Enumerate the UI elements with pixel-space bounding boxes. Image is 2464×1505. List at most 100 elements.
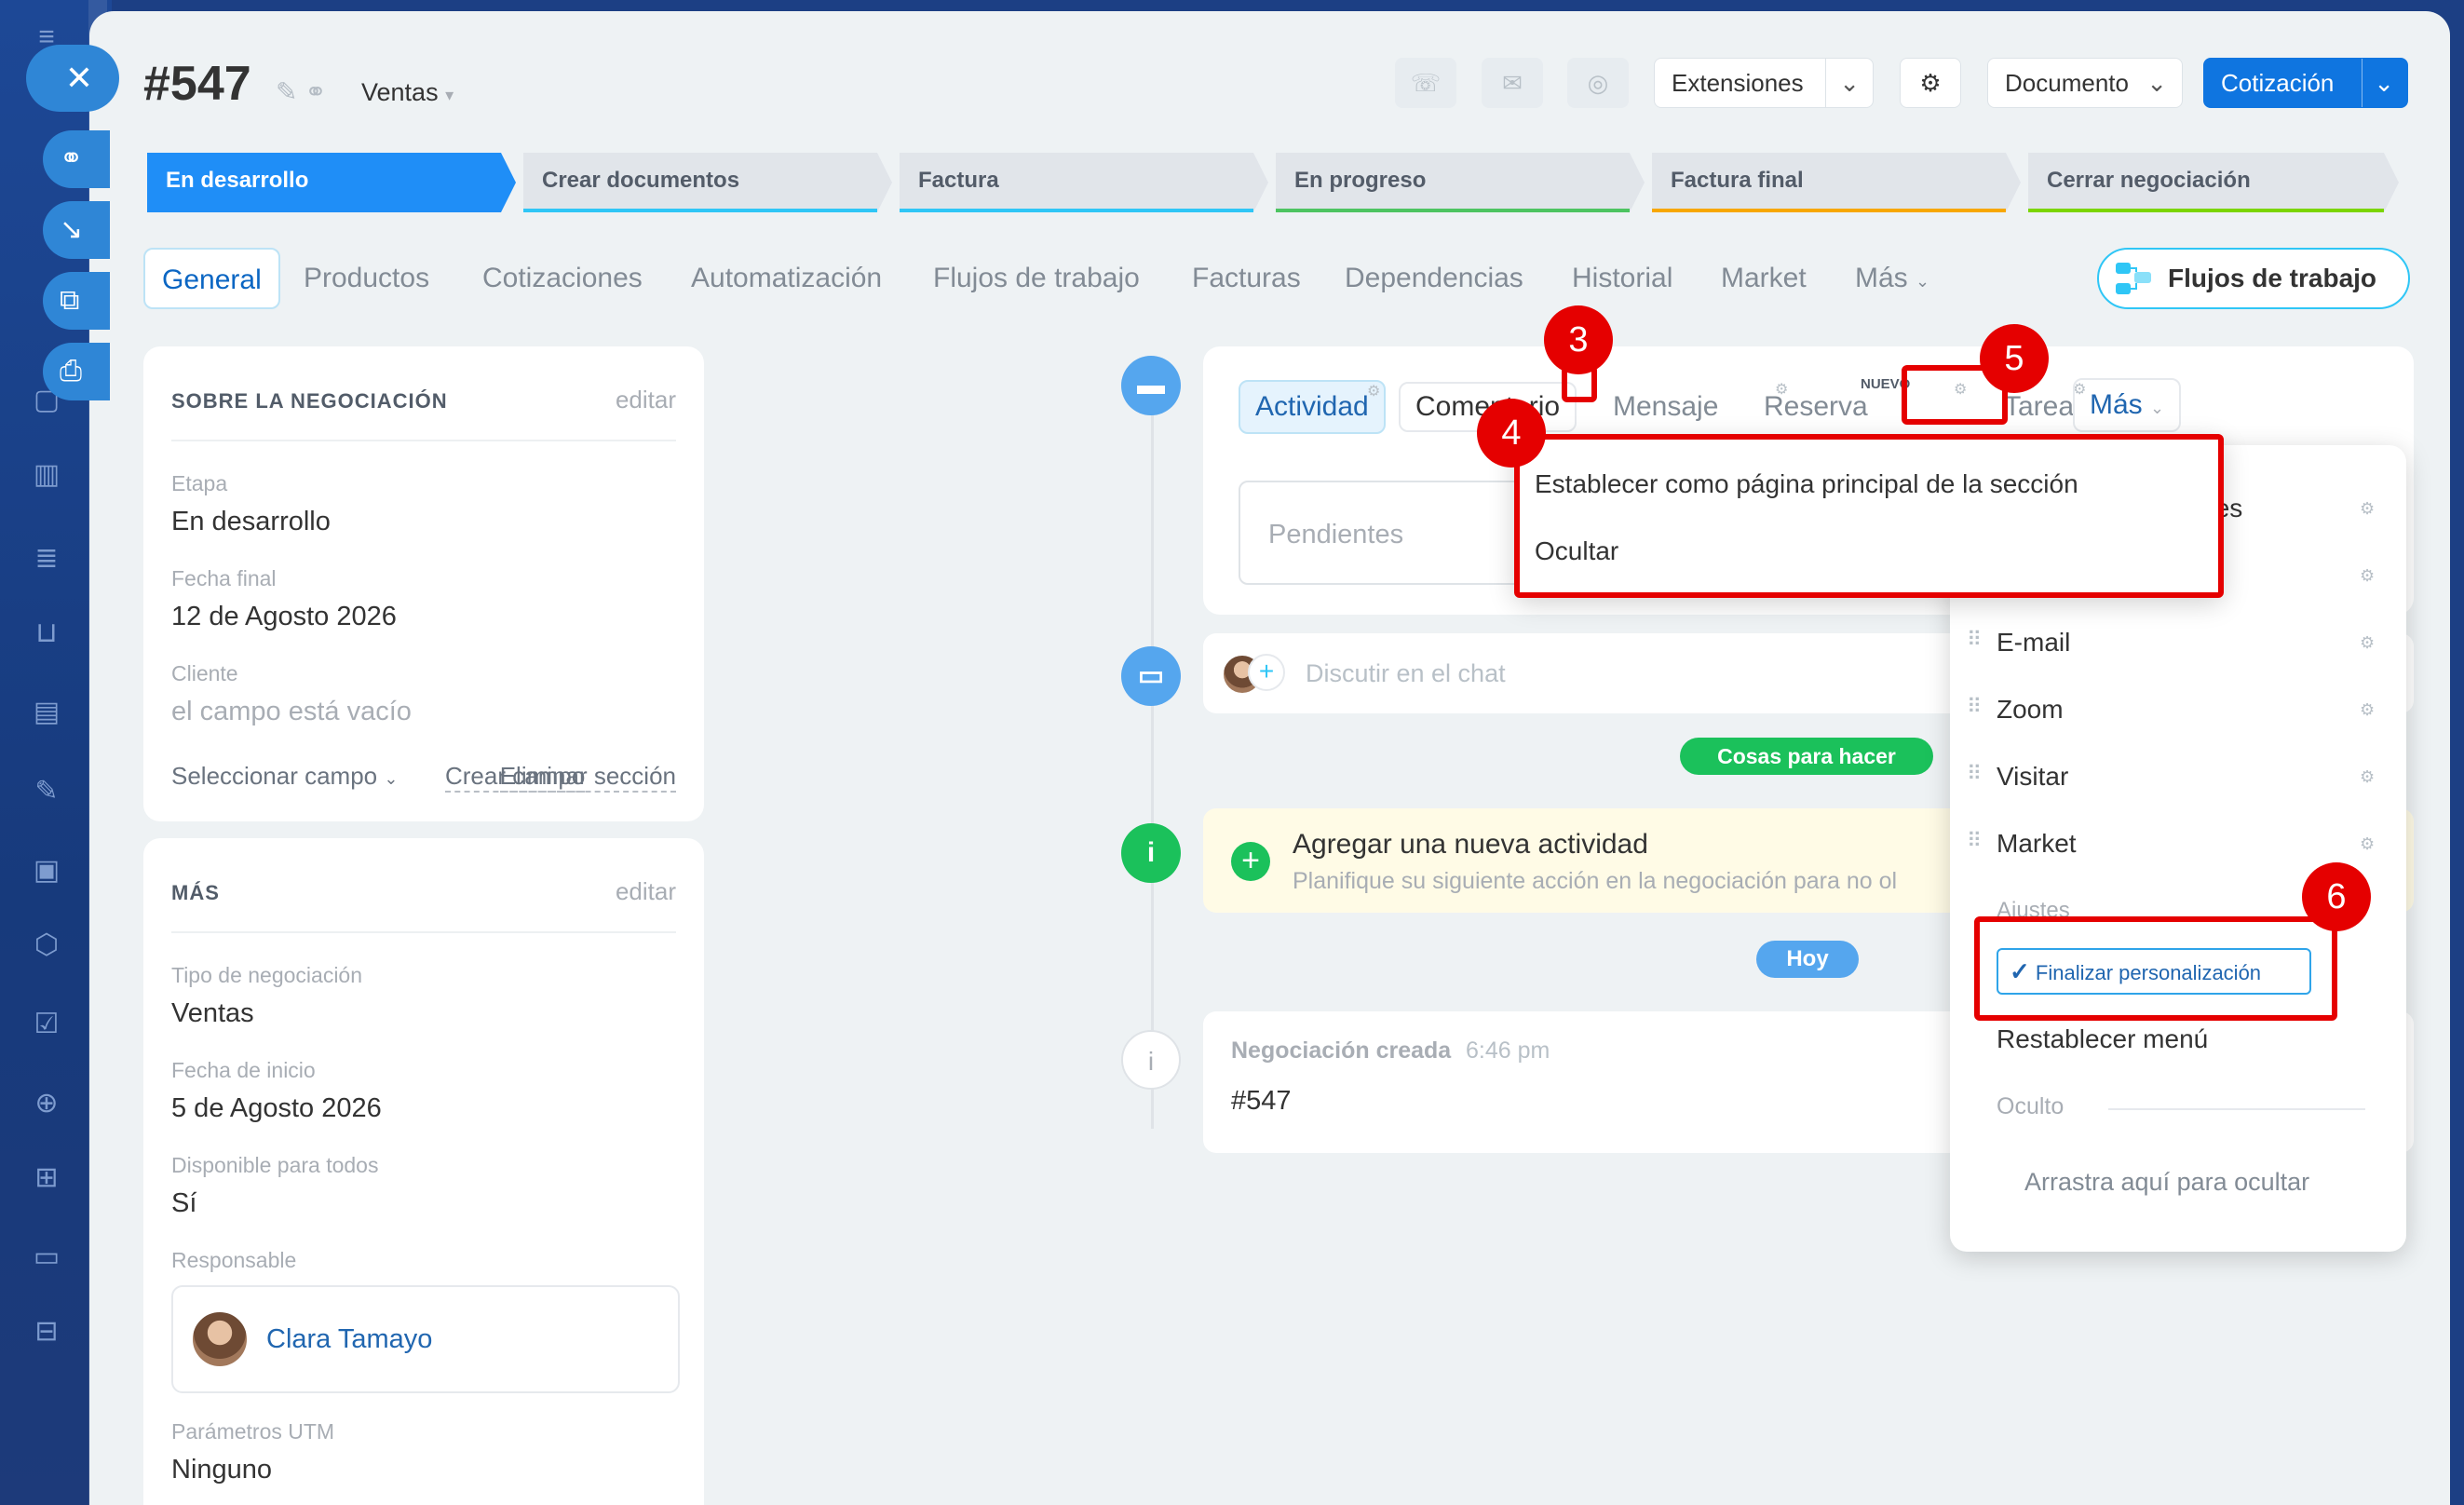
menu-item-market[interactable]: Market (1997, 829, 2077, 859)
stage-label: Factura final (1671, 168, 1804, 193)
crm-nav-icon[interactable]: ≣ (28, 540, 65, 577)
tab-cotizaciones[interactable]: Cotizaciones (482, 248, 643, 309)
tab-historial[interactable]: Historial (1572, 248, 1672, 309)
field-label: Responsable (171, 1248, 297, 1272)
card-nav-icon[interactable]: ▭ (28, 1239, 65, 1276)
email-button[interactable]: ✉ (1482, 58, 1543, 108)
reset-menu-item[interactable]: Restablecer menú (1997, 1024, 2208, 1054)
stage-factura-final[interactable]: Factura final (1652, 153, 2021, 212)
tab-mas-menu[interactable]: Más ⌄ (2073, 378, 2182, 432)
chat-placeholder: Discutir en el chat (1306, 659, 1506, 687)
shop-nav-icon[interactable]: ⊔ (28, 615, 65, 652)
tasks-nav-icon[interactable]: ☑ (28, 1006, 65, 1043)
link-icon: ⚭ (60, 143, 84, 174)
drag-handle-icon[interactable]: ⠿ (1967, 762, 1982, 786)
tab-mensaje[interactable]: Mensaje (1613, 391, 1718, 423)
menu-item-zoom[interactable]: Zoom (1997, 695, 2064, 725)
robot-nav-icon[interactable]: ⊕ (28, 1085, 65, 1122)
drag-handle-icon[interactable]: ⠿ (1967, 829, 1982, 853)
apps-nav-icon[interactable]: ⊞ (28, 1159, 65, 1197)
available-for-all-value[interactable]: Sí (171, 1188, 196, 1219)
extensions-button[interactable]: Extensiones ⌄ (1654, 58, 1874, 108)
link-icon[interactable]: ⚭ (305, 77, 326, 106)
todo-pill: Cosas para hacer (1680, 738, 1933, 775)
chat-button[interactable]: ◎ (1567, 58, 1629, 108)
close-slider-button[interactable]: ✕ (26, 45, 119, 112)
stage-label: En desarrollo (166, 168, 309, 193)
document-button[interactable]: Documento ⌄ (1987, 58, 2183, 108)
edit-link[interactable]: editar (616, 877, 676, 906)
category-selector[interactable]: Ventas ▾ (361, 78, 454, 107)
gear-icon[interactable]: ⚙ (2360, 767, 2375, 787)
field-label: Disponible para todos (171, 1153, 379, 1177)
drag-handle-icon[interactable]: ⠿ (1967, 695, 1982, 719)
created-time: 6:46 pm (1466, 1037, 1550, 1064)
call-button[interactable]: ☏ (1395, 58, 1456, 108)
gear-icon[interactable]: ⚙ (2360, 566, 2375, 586)
annotation-badge-3: 3 (1544, 305, 1613, 374)
copy-link-button[interactable]: ⚭ (43, 130, 110, 188)
tab-facturas[interactable]: Facturas (1192, 248, 1301, 309)
grid-nav-icon[interactable]: ⊟ (28, 1313, 65, 1350)
stage-en-progreso[interactable]: En progreso (1276, 153, 1645, 212)
delete-section-link[interactable]: Eliminar sección (499, 762, 676, 793)
add-participant-icon[interactable]: + (1248, 654, 1285, 691)
analytics-nav-icon[interactable]: ▥ (28, 456, 65, 494)
gear-icon[interactable]: ⚙ (1367, 382, 1380, 400)
box-nav-icon[interactable]: ⬡ (28, 927, 65, 964)
gear-icon[interactable]: ⚙ (2360, 499, 2375, 519)
tab-productos[interactable]: Productos (304, 248, 429, 309)
tab-automatizacion[interactable]: Automatización (691, 248, 882, 309)
settings-button[interactable]: ⚙ (1900, 58, 1961, 108)
tab-actividad[interactable]: Actividad (1239, 380, 1386, 434)
tab-mas-label: Más (1855, 263, 1908, 293)
board-nav-icon[interactable]: ▣ (28, 852, 65, 889)
responsible-name[interactable]: Clara Tamayo (266, 1324, 432, 1355)
field-label: Parámetros UTM (171, 1419, 335, 1444)
quote-button[interactable]: Cotización ⌄ (2203, 58, 2408, 108)
gear-icon[interactable]: ⚙ (2360, 633, 2375, 653)
extensions-label: Extensiones (1672, 69, 1804, 97)
drag-handle-icon[interactable]: ⠿ (1967, 628, 1982, 652)
deal-type-value[interactable]: Ventas (171, 998, 254, 1029)
divider (171, 440, 676, 441)
stage-cerrar-negociacion[interactable]: Cerrar negociación (2028, 153, 2399, 212)
today-pill: Hoy (1756, 941, 1859, 978)
start-date-value[interactable]: 5 de Agosto 2026 (171, 1093, 382, 1124)
tab-reserva[interactable]: Reserva (1764, 391, 1868, 423)
open-new-window-button[interactable]: ⧉ (43, 272, 110, 330)
gear-icon[interactable]: ⚙ (2360, 700, 2375, 720)
stage-crear-documentos[interactable]: Crear documentos (523, 153, 892, 212)
chevron-down-icon: ⌄ (1825, 59, 1860, 107)
tab-general[interactable]: General (143, 248, 280, 309)
stage-field-value[interactable]: En desarrollo (171, 507, 331, 537)
stage-factura[interactable]: Factura (900, 153, 1268, 212)
menu-item-email[interactable]: E-mail (1997, 628, 2070, 658)
tab-dependencias[interactable]: Dependencias (1345, 248, 1523, 309)
workflows-button[interactable]: Flujos de trabajo (2097, 248, 2410, 309)
select-field-dropdown[interactable]: Seleccionar campo ⌄ (171, 762, 398, 791)
tab-flujos-de-trabajo[interactable]: Flujos de trabajo (933, 248, 1140, 309)
section-title: MÁS (171, 881, 220, 904)
menu-item-visitar[interactable]: Visitar (1997, 762, 2068, 792)
close-date-field-value[interactable]: 12 de Agosto 2026 (171, 602, 397, 632)
tab-tarea[interactable]: Tarea (2004, 391, 2074, 423)
client-field-value[interactable]: el campo está vacío (171, 697, 412, 727)
edit-link[interactable]: editar (616, 386, 676, 414)
field-label: Cliente (171, 661, 238, 685)
responsible-box[interactable]: Clara Tamayo (171, 1285, 680, 1393)
divider (171, 931, 676, 933)
tab-mas[interactable]: Más ⌄ (1855, 248, 1929, 309)
download-button[interactable]: ↘ (43, 201, 110, 259)
chat-icon: ◎ (1587, 69, 1609, 97)
document-nav-icon[interactable]: ▤ (28, 694, 65, 731)
edit-title-icons[interactable]: ✎ ⚭ (276, 76, 327, 107)
sign-nav-icon[interactable]: ✎ (28, 773, 65, 810)
print-button[interactable]: ⎙ (43, 343, 110, 400)
tab-market[interactable]: Market (1721, 248, 1807, 309)
pencil-icon[interactable]: ✎ (276, 77, 297, 106)
stage-en-desarrollo[interactable]: En desarrollo (147, 153, 516, 212)
drag-hide-zone[interactable]: Arrastra aquí para ocultar (2024, 1168, 2309, 1197)
plus-circle-icon[interactable]: + (1231, 842, 1270, 881)
gear-icon[interactable]: ⚙ (2360, 834, 2375, 854)
